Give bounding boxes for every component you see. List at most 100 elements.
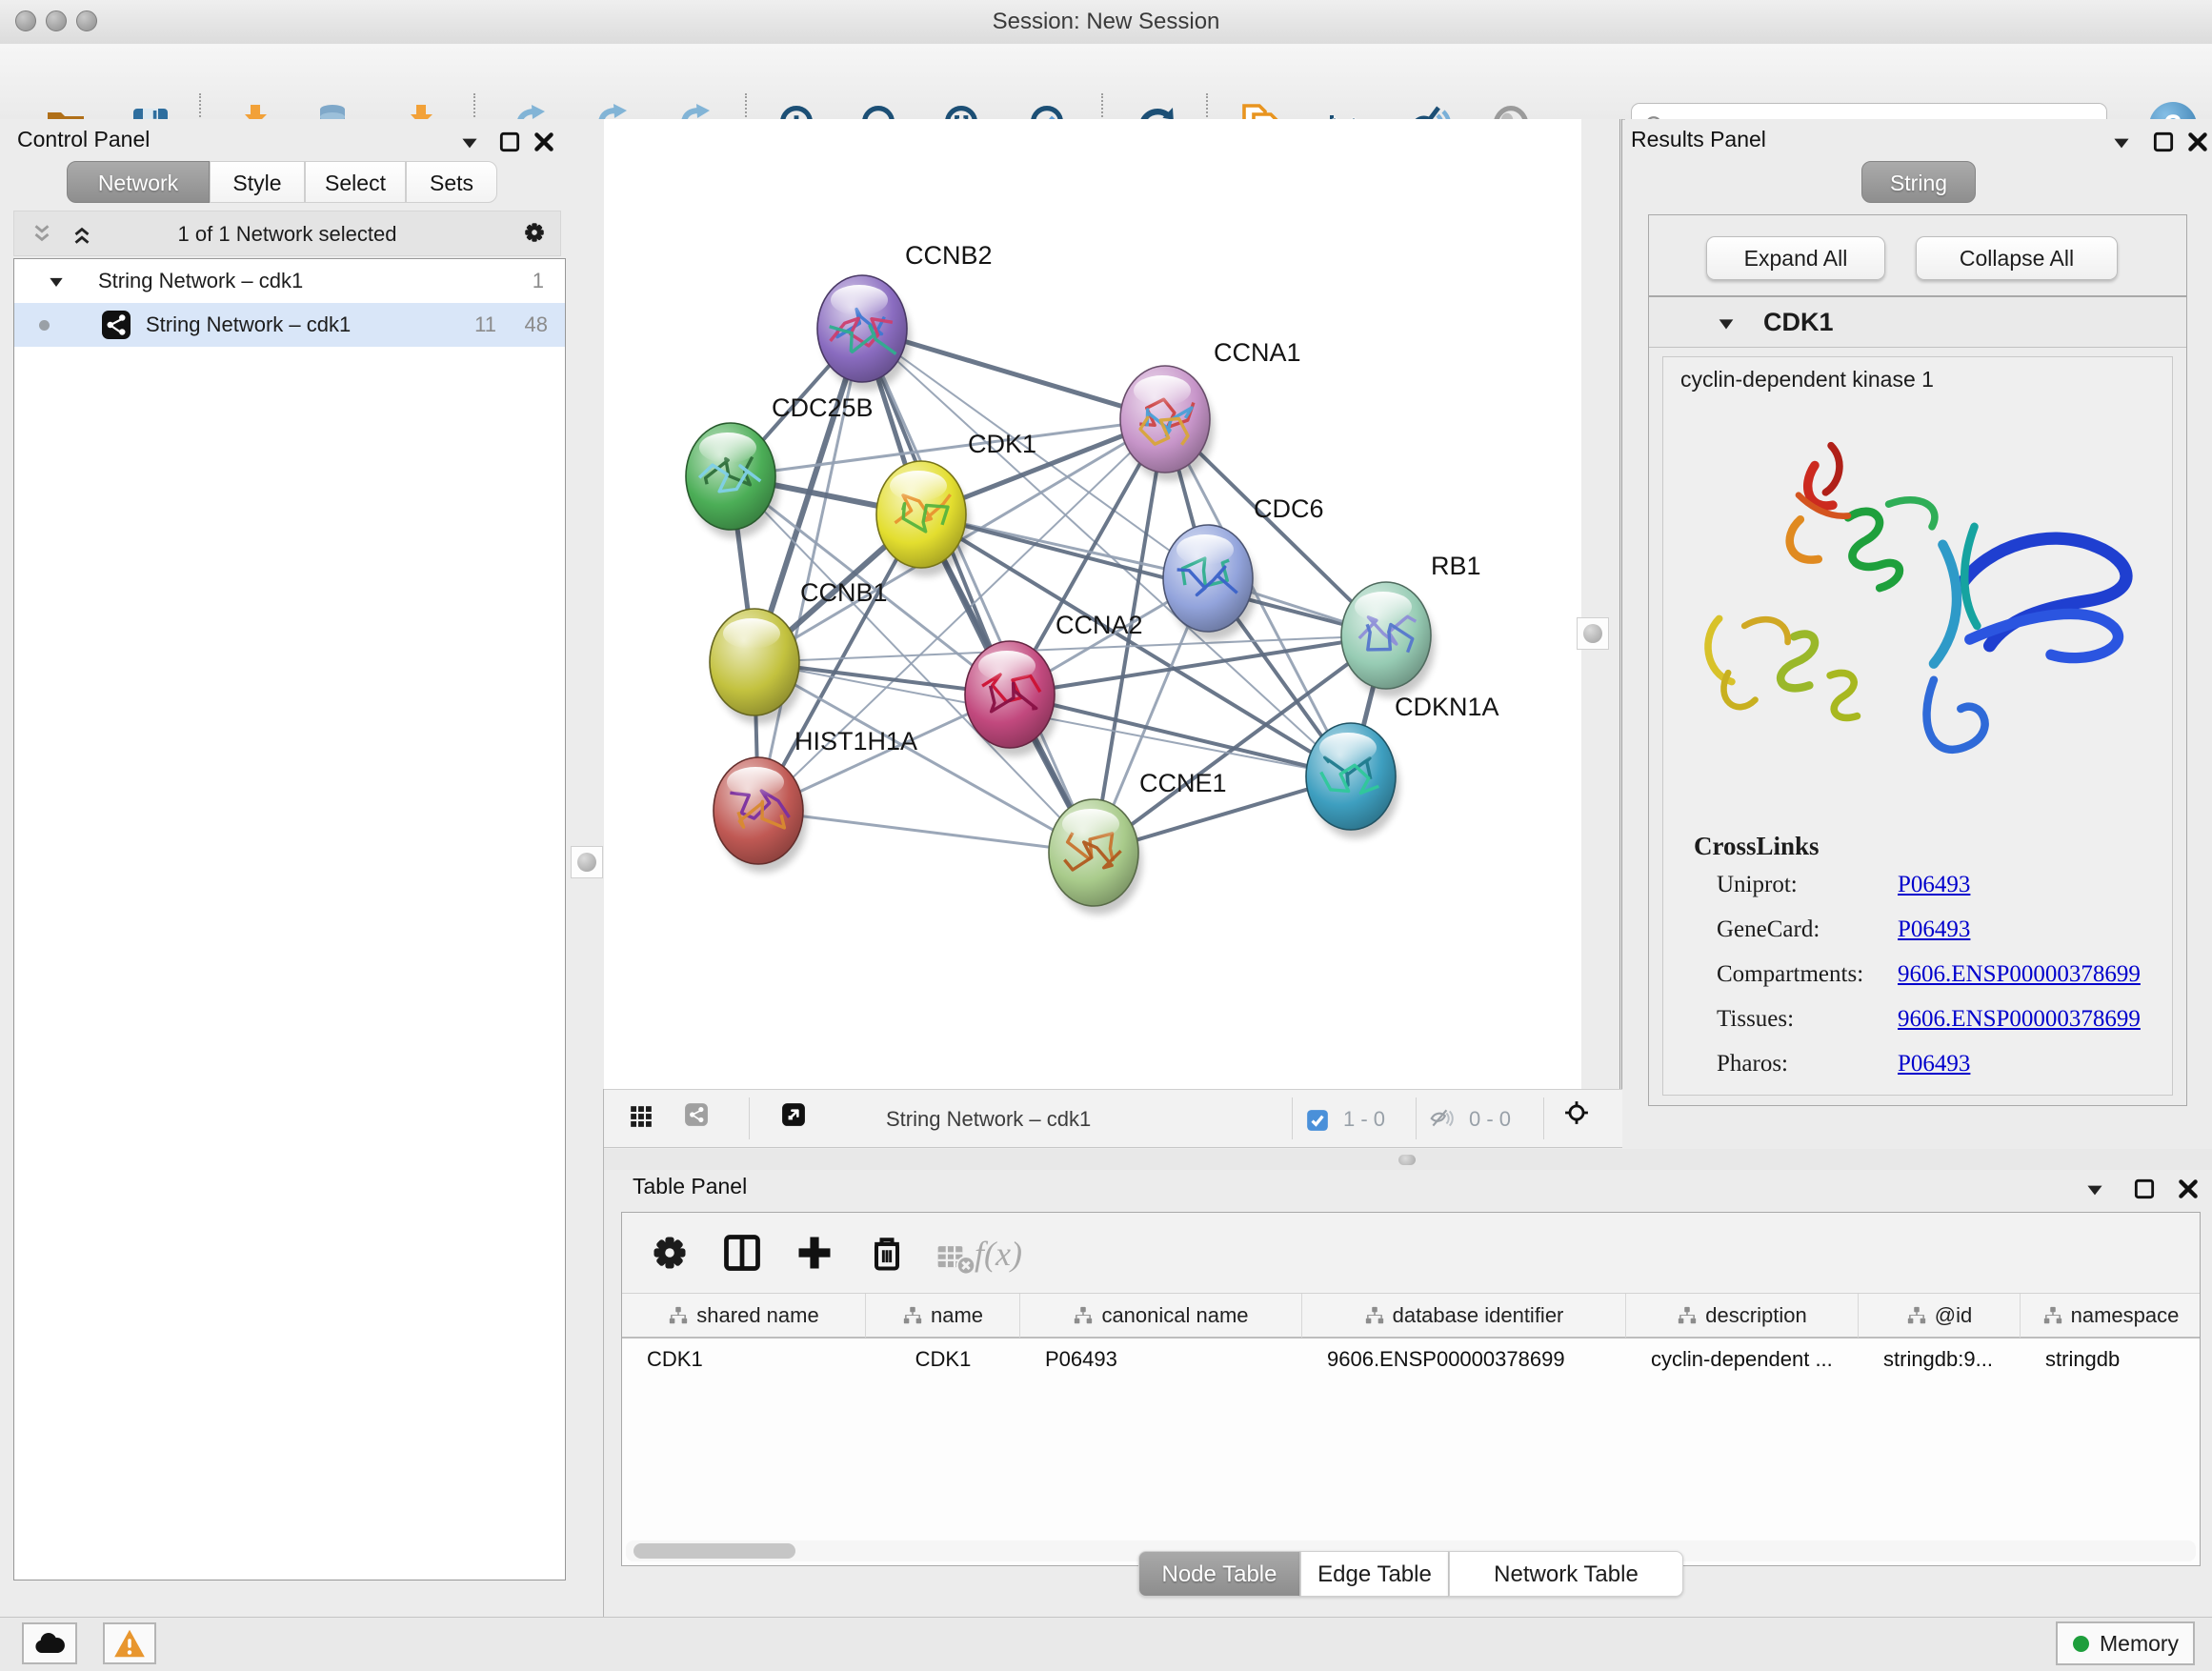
table-cell[interactable]: 9606.ENSP00000378699 (1302, 1339, 1626, 1380)
center-view-crosshair-icon[interactable] (1564, 1100, 1604, 1140)
left-panel-divider[interactable] (570, 119, 604, 1089)
network-canvas[interactable]: CCNB2CCNA1CDC25BCDK1CDC6RB1CCNB1CCNA2CDK… (604, 119, 1581, 1089)
panel-close-icon[interactable] (2176, 1177, 2201, 1201)
table-cell[interactable]: stringdb (2021, 1339, 2201, 1380)
protein-accordion-header[interactable]: CDK1 (1649, 297, 2186, 348)
hidden-eye-icon[interactable] (1429, 1106, 1458, 1135)
collection-count: 1 (533, 259, 544, 303)
network-edge-CCNB2-CCNE1[interactable] (862, 329, 1094, 853)
panel-close-icon[interactable] (532, 130, 556, 154)
title-bar: Session: New Session (0, 0, 2212, 45)
network-node-label-HIST1H1A: HIST1H1A (794, 727, 917, 755)
network-edge-HIST1H1A-CCNE1[interactable] (758, 811, 1094, 853)
right-divider-handle[interactable] (1577, 617, 1609, 650)
network-node-CDC25B[interactable]: CDC25B (686, 393, 874, 538)
selected-checkbox-icon[interactable] (1305, 1108, 1330, 1133)
results-actions-box: Expand All Collapse All (1648, 214, 2187, 296)
add-column-icon[interactable] (794, 1232, 835, 1274)
crosslink-link[interactable]: P06493 (1898, 872, 1970, 898)
network-node-label-CDK1: CDK1 (968, 430, 1036, 458)
memory-button[interactable]: Memory (2056, 1621, 2195, 1665)
table-cell[interactable]: cyclin-dependent ... (1626, 1339, 1859, 1380)
network-node-label-CCNE1: CCNE1 (1139, 769, 1227, 797)
toolbar-separator (1543, 1097, 1544, 1139)
column-header-description[interactable]: description (1626, 1294, 1859, 1338)
expand-all-button[interactable]: Expand All (1706, 236, 1885, 280)
network-node-label-CCNB1: CCNB1 (800, 578, 888, 607)
tab-edge-table[interactable]: Edge Table (1300, 1551, 1449, 1597)
crosslink-link[interactable]: P06493 (1898, 1051, 1970, 1077)
accordion-expander-icon[interactable] (1716, 313, 1737, 334)
crosslinks-title: CrossLinks (1694, 832, 1820, 861)
panel-float-icon[interactable] (497, 130, 522, 154)
network-node-label-CDC6: CDC6 (1254, 494, 1324, 523)
right-panel-divider[interactable] (1581, 119, 1622, 1089)
crosslink-label: Pharos: (1717, 1051, 1788, 1077)
network-node-HIST1H1A[interactable]: HIST1H1A (714, 727, 917, 873)
tab-string[interactable]: String (1861, 161, 1976, 203)
panel-float-icon[interactable] (2151, 130, 2176, 154)
tab-select[interactable]: Select (305, 161, 406, 203)
network-row[interactable]: String Network – cdk1 11 48 (14, 303, 565, 347)
network-node-CCNA2[interactable]: CCNA2 (965, 611, 1143, 756)
collection-label: String Network – cdk1 (98, 259, 303, 303)
selected-counts: 1 - 0 (1343, 1090, 1385, 1149)
network-node-CDKN1A[interactable]: CDKN1A (1306, 693, 1499, 838)
panel-float-icon[interactable] (2132, 1177, 2157, 1201)
column-header-@id[interactable]: @id (1859, 1294, 2021, 1338)
table-cell[interactable]: CDK1 (622, 1339, 866, 1380)
table-cell[interactable]: P06493 (1020, 1339, 1302, 1380)
delete-column-icon[interactable] (866, 1232, 908, 1274)
network-selection-bar: 1 of 1 Network selected (13, 211, 561, 256)
network-view-share-icon[interactable] (684, 1102, 720, 1138)
network-node-CCNA1[interactable]: CCNA1 (1120, 338, 1301, 481)
tab-network[interactable]: Network (67, 161, 210, 203)
table-cell[interactable]: CDK1 (866, 1339, 1020, 1380)
network-node-label-CCNA1: CCNA1 (1214, 338, 1301, 367)
table-cell[interactable]: stringdb:9... (1859, 1339, 2021, 1380)
crosslink-link[interactable]: 9606.ENSP00000378699 (1898, 961, 2141, 988)
panel-menu-icon[interactable] (2082, 1178, 2107, 1202)
panel-menu-icon[interactable] (2109, 131, 2134, 155)
column-header-namespace[interactable]: namespace (2021, 1294, 2201, 1338)
column-header-canonical-name[interactable]: canonical name (1020, 1294, 1302, 1338)
left-divider-handle[interactable] (571, 846, 603, 878)
tab-node-table[interactable]: Node Table (1138, 1551, 1300, 1597)
birds-eye-view-icon[interactable] (781, 1102, 817, 1138)
collection-expander-icon[interactable] (47, 272, 66, 292)
network-node-label-CDC25B: CDC25B (772, 393, 874, 422)
network-edge-CCNA1-CDC25B[interactable] (731, 419, 1165, 476)
crosslink-link[interactable]: 9606.ENSP00000378699 (1898, 1006, 2141, 1033)
column-header-database-identifier[interactable]: database identifier (1302, 1294, 1626, 1338)
network-node-CCNB1[interactable]: CCNB1 (710, 578, 888, 724)
tab-network-table[interactable]: Network Table (1449, 1551, 1683, 1597)
table-panel: Table Panel (604, 1170, 2212, 1617)
table-options-gear-icon[interactable] (649, 1232, 691, 1274)
collapse-all-button[interactable]: Collapse All (1916, 236, 2118, 280)
cloud-button[interactable] (22, 1622, 77, 1664)
warnings-button[interactable] (103, 1622, 156, 1664)
column-header-name[interactable]: name (866, 1294, 1020, 1338)
crosslink-row: GeneCard:P06493 (1717, 916, 2173, 960)
column-header-shared-name[interactable]: shared name (622, 1294, 866, 1338)
network-options-gear-icon[interactable] (522, 220, 547, 245)
tab-style[interactable]: Style (210, 161, 305, 203)
network-node-CDC6[interactable]: CDC6 (1163, 494, 1324, 640)
network-view-toolbar: String Network – cdk1 1 - 0 0 - 0 (604, 1089, 1622, 1148)
show-columns-icon[interactable] (721, 1232, 763, 1274)
panel-menu-icon[interactable] (457, 131, 482, 155)
scrollbar-thumb[interactable] (633, 1543, 795, 1559)
network-collection-row[interactable]: String Network – cdk1 1 (14, 259, 565, 303)
divider-handle[interactable] (1398, 1155, 1416, 1165)
network-node-CCNE1[interactable]: CCNE1 (1049, 769, 1227, 915)
table-row[interactable]: CDK1CDK1P064939606.ENSP00000378699cyclin… (622, 1339, 2200, 1380)
panel-close-icon[interactable] (2185, 130, 2210, 154)
network-node-RB1[interactable]: RB1 (1341, 552, 1481, 697)
protein-details-box: CDK1 cyclin-dependent kinase 1 (1648, 296, 2187, 1106)
table-panel-divider[interactable] (604, 1149, 2212, 1170)
protein-description: cyclin-dependent kinase 1 (1680, 367, 1934, 393)
grid-view-icon[interactable] (629, 1104, 661, 1137)
crosslink-link[interactable]: P06493 (1898, 916, 1970, 943)
network-status-dot (39, 320, 50, 331)
tab-sets[interactable]: Sets (406, 161, 497, 203)
